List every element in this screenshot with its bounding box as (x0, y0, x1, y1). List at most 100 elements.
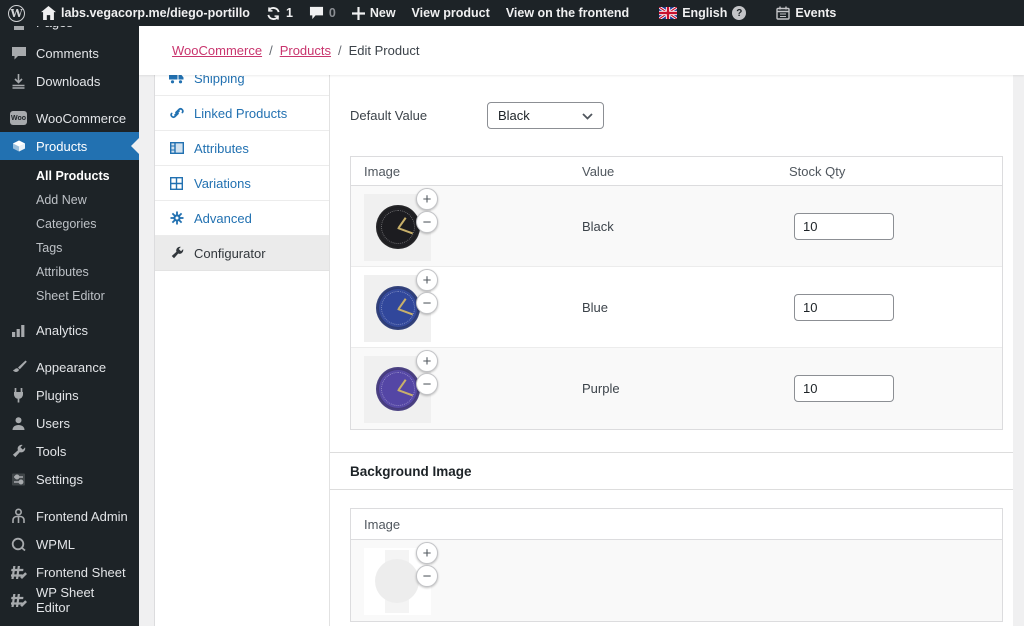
background-image-table-header: Image (351, 509, 1002, 540)
sidebar-item-wpml[interactable]: WPML (0, 530, 139, 558)
new-label: New (369, 6, 396, 20)
admin-sidebar: Pages Comments Downloads Woo WooCommerce (0, 26, 139, 626)
submenu-tags[interactable]: Tags (0, 236, 139, 260)
wp-sheet-editor-icon (10, 592, 27, 609)
remove-image-button[interactable]: − (416, 292, 438, 314)
submenu-add-new[interactable]: Add New (0, 188, 139, 212)
watch-image-blue (376, 286, 420, 330)
home-icon (41, 6, 56, 20)
tab-variations[interactable]: Variations (155, 166, 329, 201)
sidebar-item-frontend-admin[interactable]: Frontend Admin (0, 502, 139, 530)
background-image-section-title: Background Image (330, 452, 1013, 490)
submenu-sheet-editor[interactable]: Sheet Editor (0, 284, 139, 308)
variant-row-black: + − Black (351, 186, 1002, 267)
product-data-tab-panel: Shipping Linked Products Attributes Vari… (155, 75, 330, 626)
tab-shipping[interactable]: Shipping (155, 75, 329, 96)
variant-image-black: + − (364, 188, 438, 261)
sidebar-item-settings[interactable]: Settings (0, 465, 139, 493)
chevron-down-icon (582, 108, 593, 123)
sidebar-item-woocommerce[interactable]: Woo WooCommerce (0, 104, 139, 132)
remove-image-button[interactable]: − (416, 565, 438, 587)
calendar-icon (776, 6, 791, 20)
downloads-icon (10, 73, 27, 90)
admin-bar: W labs.vegacorp.me/diego-portillo 1 0 Ne… (0, 0, 1024, 26)
sidebar-item-pages[interactable]: Pages (0, 26, 139, 39)
sidebar-item-analytics[interactable]: Analytics (0, 316, 139, 344)
variant-value: Blue (582, 300, 609, 315)
wpml-icon (10, 536, 27, 553)
sidebar-item-wp-sheet-editor[interactable]: WP Sheet Editor (0, 585, 139, 615)
tools-wrench-icon (10, 443, 27, 460)
site-name: labs.vegacorp.me/diego-portillo (61, 6, 250, 20)
comments-icon (10, 45, 27, 62)
settings-icon (10, 471, 27, 488)
plugins-icon (10, 387, 27, 404)
default-value-label: Default Value (350, 108, 428, 123)
comments-link[interactable]: 0 (301, 0, 344, 26)
uk-flag-icon (659, 7, 678, 19)
sidebar-item-appearance[interactable]: Appearance (0, 353, 139, 381)
truck-icon (169, 75, 184, 86)
tab-attributes[interactable]: Attributes (155, 131, 329, 166)
add-image-button[interactable]: + (416, 542, 438, 564)
users-icon (10, 415, 27, 432)
variants-table: Image Value Stock Qty + − Black 10 + − B… (350, 156, 1003, 430)
variant-value: Black (582, 219, 614, 234)
new-content-menu[interactable]: New (344, 0, 404, 26)
stock-qty-input[interactable] (794, 213, 894, 240)
default-value-selected: Black (498, 108, 530, 123)
variant-row-purple: + − Purple (351, 348, 1002, 429)
breadcrumb-current: Edit Product (348, 43, 420, 58)
view-product-link[interactable]: View product (404, 0, 498, 26)
updates-link[interactable]: 1 (258, 0, 301, 26)
sidebar-item-tools[interactable]: Tools (0, 437, 139, 465)
background-image-tile: + − (364, 542, 438, 615)
add-image-button[interactable]: + (416, 188, 438, 210)
products-submenu: All Products Add New Categories Tags Att… (0, 160, 139, 316)
language-switcher[interactable]: English ? (651, 0, 754, 26)
sidebar-item-plugins[interactable]: Plugins (0, 381, 139, 409)
plus-icon (351, 6, 365, 20)
breadcrumb-products-link[interactable]: Products (280, 43, 331, 58)
events-label: Events (795, 6, 837, 20)
submenu-all-products[interactable]: All Products (0, 164, 139, 188)
breadcrumb-woocommerce-link[interactable]: WooCommerce (172, 43, 262, 58)
default-value-select[interactable]: Black (487, 102, 604, 129)
tab-configurator[interactable]: Configurator (155, 236, 329, 271)
gear-icon (169, 211, 184, 226)
variant-row-blue: + − Blue (351, 267, 1002, 348)
stock-qty-input[interactable] (794, 294, 894, 321)
submenu-attributes[interactable]: Attributes (0, 260, 139, 284)
language-help-icon[interactable]: ? (732, 6, 747, 20)
variations-grid-icon (169, 176, 184, 191)
sidebar-item-products[interactable]: Products (0, 132, 139, 160)
sidebar-item-frontend-sheet[interactable]: Frontend Sheet (0, 558, 139, 586)
wp-logo-menu[interactable]: W (0, 0, 33, 26)
add-image-button[interactable]: + (416, 269, 438, 291)
remove-image-button[interactable]: − (416, 211, 438, 233)
frontend-sheet-icon (10, 564, 27, 581)
stock-qty-input[interactable] (794, 375, 894, 402)
view-frontend-link[interactable]: View on the frontend (498, 0, 637, 26)
sidebar-item-comments[interactable]: Comments (0, 39, 139, 67)
background-image-table: Image + − (350, 508, 1003, 622)
wordpress-logo-icon: W (8, 4, 25, 22)
sidebar-item-users[interactable]: Users (0, 409, 139, 437)
background-image-row: + − (351, 540, 1002, 621)
woocommerce-icon: Woo (10, 110, 27, 127)
link-icon (169, 106, 184, 121)
products-icon (10, 138, 27, 155)
appearance-brush-icon (10, 359, 27, 376)
configurator-content: Default Value Black Image Value Stock Qt… (330, 75, 1013, 626)
submenu-categories[interactable]: Categories (0, 212, 139, 236)
site-name-link[interactable]: labs.vegacorp.me/diego-portillo (33, 0, 258, 26)
events-menu[interactable]: Events (768, 0, 844, 26)
watch-image-black (376, 205, 420, 249)
variant-image-purple: + − (364, 350, 438, 423)
tab-linked-products[interactable]: Linked Products (155, 96, 329, 131)
add-image-button[interactable]: + (416, 350, 438, 372)
sidebar-item-downloads[interactable]: Downloads (0, 67, 139, 95)
comment-bubble-icon (309, 6, 324, 20)
tab-advanced[interactable]: Advanced (155, 201, 329, 236)
remove-image-button[interactable]: − (416, 373, 438, 395)
